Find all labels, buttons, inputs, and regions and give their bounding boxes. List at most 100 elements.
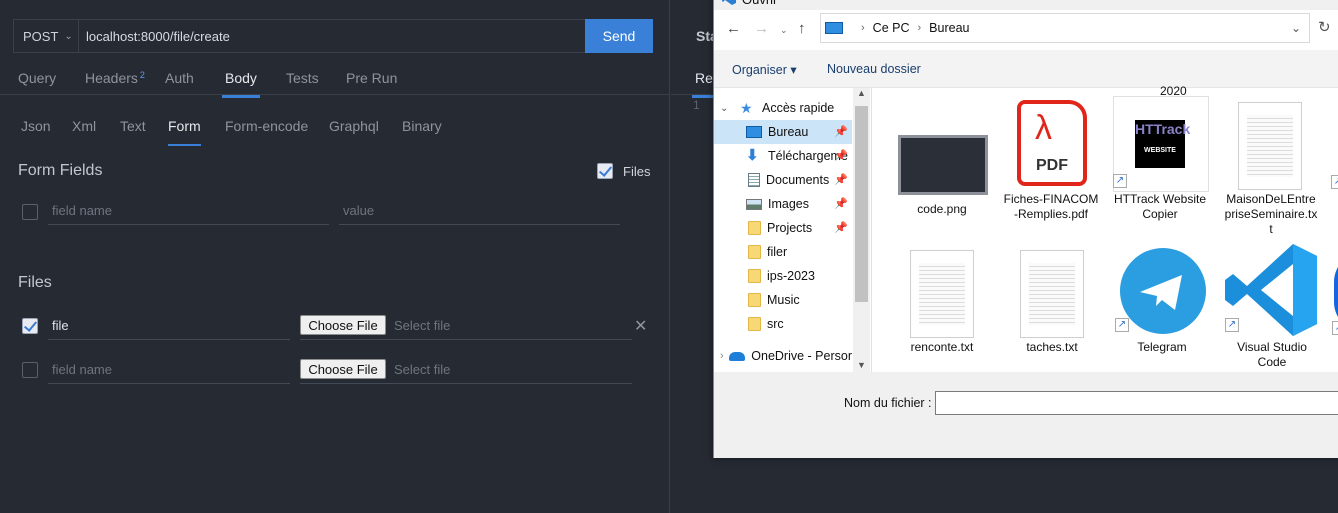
tab-label: Form bbox=[168, 118, 201, 134]
nav-label: Accès rapide bbox=[762, 101, 835, 115]
file-row-checkbox[interactable] bbox=[22, 362, 38, 378]
form-field-checkbox[interactable] bbox=[22, 204, 38, 220]
divider bbox=[671, 94, 711, 95]
file-name: MaisonDeLEntre priseSeminaire.tx t bbox=[1224, 192, 1318, 236]
refresh-icon[interactable]: ↻ bbox=[1318, 18, 1331, 36]
scroll-down-icon[interactable]: ▼ bbox=[857, 360, 866, 370]
logo-text: HTTrack bbox=[1135, 121, 1191, 137]
body-tab-text[interactable]: Text bbox=[120, 118, 146, 134]
forward-arrow-icon[interactable]: → bbox=[754, 20, 769, 37]
nav-item-bureau[interactable]: Bureau 📌 bbox=[714, 120, 852, 144]
select-file-placeholder: Select file bbox=[394, 318, 451, 333]
pdf-label: PDF bbox=[1036, 157, 1068, 174]
new-folder-button[interactable]: Nouveau dossier bbox=[827, 62, 921, 76]
active-tab-indicator bbox=[222, 95, 260, 98]
recent-locations-chevron-icon[interactable]: ⌄ bbox=[780, 25, 788, 36]
file-field-name-input[interactable]: file bbox=[48, 312, 290, 340]
vscode-icon bbox=[722, 0, 736, 5]
request-panel: POST ⌄ localhost:8000/file/create Send Q… bbox=[0, 0, 670, 513]
body-tab-binary[interactable]: Binary bbox=[402, 118, 442, 134]
nav-item-documents[interactable]: Documents 📌 bbox=[714, 168, 852, 192]
address-bar[interactable]: › Ce PC › Bureau ⌄ bbox=[820, 13, 1310, 43]
expand-chevron-icon[interactable]: › bbox=[720, 350, 725, 362]
tab-tests[interactable]: Tests bbox=[286, 70, 319, 86]
file-item-pdf[interactable]: λ PDF Fiches-FINACOM -Remplies.pdf bbox=[1002, 98, 1100, 228]
folder-icon bbox=[748, 269, 761, 283]
body-tab-json[interactable]: Json bbox=[21, 118, 51, 134]
file-name: Fiches-FINACOM -Remplies.pdf bbox=[1003, 192, 1099, 221]
tab-query[interactable]: Query bbox=[18, 70, 56, 86]
remove-file-row-icon[interactable]: ✕ bbox=[634, 316, 647, 336]
tab-body[interactable]: Body bbox=[222, 70, 260, 98]
nav-pane-scrollbar[interactable]: ▲ ▼ bbox=[853, 88, 870, 372]
shortcut-arrow-icon: ↗ bbox=[1331, 175, 1338, 189]
field-name-input[interactable]: field name bbox=[48, 197, 329, 225]
filename-label: Nom du fichier : bbox=[844, 396, 932, 410]
breadcrumb-ce-pc[interactable]: Ce PC bbox=[873, 21, 910, 35]
nav-item-quick-access[interactable]: ⌄ ★ Accès rapide bbox=[714, 96, 852, 120]
expand-chevron-icon[interactable]: ⌄ bbox=[720, 103, 732, 114]
nav-item-src[interactable]: src bbox=[714, 312, 852, 336]
line-number: 1 bbox=[693, 98, 700, 112]
filename-input[interactable] bbox=[935, 391, 1338, 415]
pin-icon: 📌 bbox=[834, 174, 848, 186]
nav-item-downloads[interactable]: ⬇ Téléchargeme 📌 bbox=[714, 144, 852, 168]
nav-item-onedrive[interactable]: › OneDrive - Persor bbox=[714, 344, 852, 368]
breadcrumb-bureau[interactable]: Bureau bbox=[929, 21, 969, 35]
text-file-icon bbox=[910, 250, 974, 338]
pin-icon: 📌 bbox=[834, 150, 848, 162]
download-icon: ⬇ bbox=[746, 147, 759, 164]
body-tab-xml[interactable]: Xml bbox=[72, 118, 96, 134]
body-tab-graphql[interactable]: Graphql bbox=[329, 118, 379, 134]
file-item-httrack[interactable]: HTTrack WEBSITE COPIER ↗ HTTrack Website C… bbox=[1111, 96, 1209, 228]
body-tab-form-encode[interactable]: Form-encode bbox=[225, 118, 308, 134]
active-tab-indicator bbox=[168, 144, 201, 146]
send-button[interactable]: Send bbox=[585, 19, 653, 53]
body-tab-form[interactable]: Form bbox=[168, 118, 201, 146]
telegram-icon bbox=[1120, 248, 1206, 334]
paper-plane-icon bbox=[1140, 275, 1182, 310]
nav-item-images[interactable]: Images 📌 bbox=[714, 192, 852, 216]
scroll-up-icon[interactable]: ▲ bbox=[857, 88, 866, 98]
up-arrow-icon[interactable]: ↑ bbox=[798, 20, 806, 37]
file-item-renconte-txt[interactable]: renconte.txt bbox=[893, 246, 991, 366]
file-field-name-input[interactable]: field name bbox=[48, 356, 290, 384]
nav-item-projects[interactable]: Projects 📌 bbox=[714, 216, 852, 240]
field-value-input[interactable]: value bbox=[339, 197, 620, 225]
method-label: POST bbox=[23, 28, 59, 44]
tab-headers[interactable]: Headers 2 bbox=[85, 70, 145, 86]
nav-item-music[interactable]: Music bbox=[714, 288, 852, 312]
file-item-maison-txt[interactable]: MaisonDeLEntre priseSeminaire.tx t bbox=[1222, 98, 1320, 238]
address-dropdown-chevron-icon[interactable]: ⌄ bbox=[1291, 21, 1301, 35]
dialog-toolbar: Organiser ▾ Nouveau dossier bbox=[714, 50, 1338, 88]
file-row-checkbox[interactable] bbox=[22, 318, 38, 334]
chevron-down-icon: ⌄ bbox=[64, 30, 73, 42]
nav-item-ips-2023[interactable]: ips-2023 bbox=[714, 264, 852, 288]
folder-icon bbox=[748, 317, 761, 331]
file-item-vscode[interactable]: ↗ Visual Studio Code bbox=[1223, 244, 1321, 376]
this-pc-icon bbox=[825, 22, 843, 34]
url-input[interactable]: localhost:8000/file/create bbox=[79, 20, 585, 52]
file-item-taches-txt[interactable]: taches.txt bbox=[1003, 246, 1101, 366]
file-open-dialog: Ouvrir ← → ⌄ ↑ › Ce PC › Bureau ⌄ ↻ Orga… bbox=[713, 0, 1338, 458]
method-select[interactable]: POST ⌄ bbox=[14, 20, 79, 52]
tab-auth[interactable]: Auth bbox=[165, 70, 194, 86]
files-toggle-checkbox[interactable] bbox=[597, 163, 613, 179]
back-arrow-icon[interactable]: ← bbox=[726, 20, 741, 37]
httrack-logo-icon: HTTrack WEBSITE COPIER bbox=[1135, 120, 1190, 176]
choose-file-button[interactable]: Choose File bbox=[300, 359, 386, 379]
choose-file-button[interactable]: Choose File bbox=[300, 315, 386, 335]
file-item-code-png[interactable]: code.png bbox=[893, 98, 991, 228]
file-name: code.png bbox=[917, 202, 967, 216]
breadcrumb-separator-icon: › bbox=[861, 22, 865, 34]
tab-pre-run[interactable]: Pre Run bbox=[346, 70, 397, 86]
documents-icon bbox=[748, 173, 760, 187]
file-item-telegram[interactable]: ↗ Telegram bbox=[1113, 246, 1211, 366]
shortcut-arrow-icon: ↗ bbox=[1115, 318, 1129, 332]
text-file-icon bbox=[1238, 102, 1302, 190]
nav-item-filer[interactable]: filer bbox=[714, 240, 852, 264]
scrollbar-thumb[interactable] bbox=[855, 106, 868, 302]
star-icon: ★ bbox=[740, 100, 753, 116]
organise-button[interactable]: Organiser ▾ bbox=[732, 62, 797, 77]
file-name: HTTrack Website Copier bbox=[1113, 192, 1206, 221]
